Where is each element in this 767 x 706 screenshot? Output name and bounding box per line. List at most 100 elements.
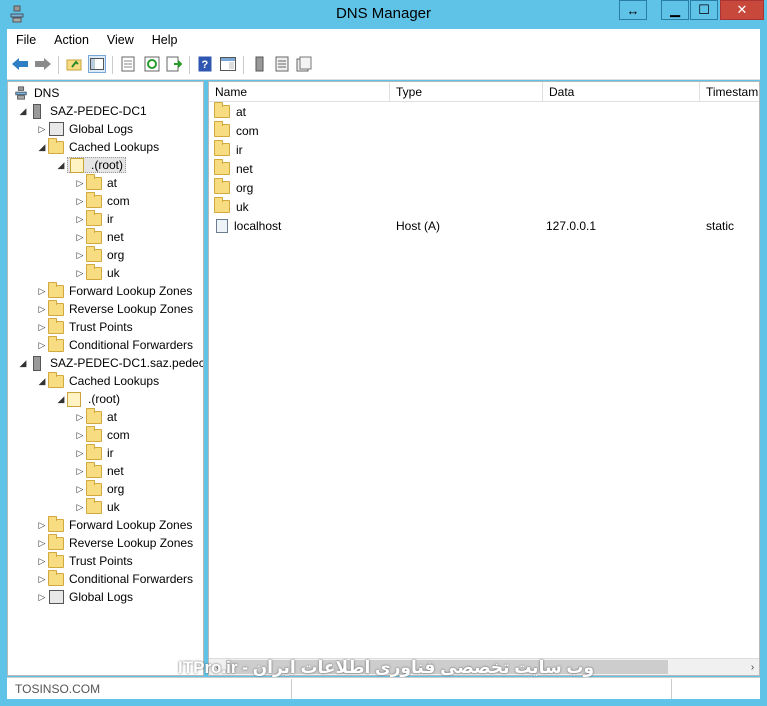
expand-arrow-icon[interactable]: ▷ <box>74 466 86 477</box>
collapse-arrow-icon[interactable]: ◢ <box>17 358 29 369</box>
list-item[interactable]: uk <box>209 197 759 216</box>
collapse-arrow-icon[interactable]: ◢ <box>55 160 67 171</box>
menu-help[interactable]: Help <box>143 33 187 47</box>
tree-node-forward-zones[interactable]: ▷ Forward Lookup Zones <box>36 516 192 534</box>
export-list-icon[interactable] <box>165 55 183 73</box>
list-item[interactable]: ir <box>209 140 759 159</box>
server-icon[interactable] <box>251 55 269 73</box>
properties-icon[interactable] <box>119 55 137 73</box>
tree-node-trust-points[interactable]: ▷ Trust Points <box>36 318 133 336</box>
tree-node-reverse-zones[interactable]: ▷ Reverse Lookup Zones <box>36 534 193 552</box>
tree-node-domain[interactable]: ▷ net <box>74 462 124 480</box>
expand-arrow-icon[interactable]: ▷ <box>36 592 48 603</box>
console-tree[interactable]: DNS ◢ SAZ-PEDEC-DC1 ▷ Global Logs ◢ Cach… <box>7 81 204 676</box>
close-icon: ✕ <box>736 2 748 17</box>
details-list[interactable]: Name Type Data Timestam at com ir net or… <box>208 81 760 676</box>
expand-arrow-icon[interactable]: ▷ <box>36 520 48 531</box>
tree-node-server2[interactable]: ◢ SAZ-PEDEC-DC1.saz.pedec <box>17 354 203 372</box>
tree-node-domain[interactable]: ▷ uk <box>74 264 120 282</box>
expand-arrow-icon[interactable]: ▷ <box>74 484 86 495</box>
column-header-data[interactable]: Data <box>543 82 700 102</box>
help-icon[interactable]: ? <box>196 55 214 73</box>
records-icon[interactable] <box>295 55 313 73</box>
refresh-icon[interactable] <box>143 55 161 73</box>
tree-node-global-logs[interactable]: ▷ Global Logs <box>36 120 133 138</box>
expand-arrow-icon[interactable]: ▷ <box>74 268 86 279</box>
list-item[interactable]: org <box>209 178 759 197</box>
resize-icon[interactable]: ↔ <box>619 0 647 20</box>
expand-arrow-icon[interactable]: ▷ <box>36 340 48 351</box>
collapse-arrow-icon[interactable]: ◢ <box>36 142 48 153</box>
expand-arrow-icon[interactable]: ▷ <box>36 538 48 549</box>
expand-arrow-icon[interactable]: ▷ <box>74 430 86 441</box>
list-item[interactable]: com <box>209 121 759 140</box>
expand-arrow-icon[interactable]: ▷ <box>74 502 86 513</box>
scroll-right-icon[interactable]: › <box>744 659 759 675</box>
menu-view[interactable]: View <box>98 33 143 47</box>
show-action-pane-icon[interactable] <box>219 55 237 73</box>
tree-node-domain[interactable]: ▷ ir <box>74 444 114 462</box>
tree-node-root[interactable]: ◢ .(root) <box>55 156 127 174</box>
column-header-name[interactable]: Name <box>209 82 390 102</box>
tree-node-forward-zones[interactable]: ▷ Forward Lookup Zones <box>36 282 192 300</box>
expand-arrow-icon[interactable]: ▷ <box>36 574 48 585</box>
collapse-arrow-icon[interactable]: ◢ <box>36 376 48 387</box>
expand-arrow-icon[interactable]: ▷ <box>74 250 86 261</box>
expand-arrow-icon[interactable]: ▷ <box>74 448 86 459</box>
list-item[interactable]: at <box>209 102 759 121</box>
collapse-arrow-icon[interactable]: ◢ <box>17 106 29 117</box>
tree-node-domain[interactable]: ▷ org <box>74 480 124 498</box>
maximize-button[interactable]: ☐ <box>690 0 718 20</box>
tree-node-domain[interactable]: ▷ net <box>74 228 124 246</box>
dns-icon <box>15 86 27 100</box>
list-item[interactable]: localhost Host (A) 127.0.0.1 static <box>209 216 759 235</box>
tree-node-domain[interactable]: ▷ uk <box>74 498 120 516</box>
up-folder-icon[interactable] <box>65 55 83 73</box>
tree-node-cached-lookups[interactable]: ◢ Cached Lookups <box>36 138 159 156</box>
expand-arrow-icon[interactable]: ▷ <box>36 556 48 567</box>
dns-manager-window: DNS Manager ↔ ▁ ☐ ✕ File Action View Hel… <box>0 0 767 706</box>
tree-node-domain[interactable]: ▷ org <box>74 246 124 264</box>
tree-node-server1[interactable]: ◢ SAZ-PEDEC-DC1 <box>17 102 147 120</box>
expand-arrow-icon[interactable]: ▷ <box>36 322 48 333</box>
column-header-timestamp[interactable]: Timestam <box>700 82 759 102</box>
expand-arrow-icon[interactable]: ▷ <box>74 214 86 225</box>
tree-node-domain[interactable]: ▷ at <box>74 174 117 192</box>
tree-node-conditional-forwarders[interactable]: ▷ Conditional Forwarders <box>36 336 193 354</box>
tree-node-dns[interactable]: DNS <box>13 84 59 102</box>
close-button[interactable]: ✕ <box>720 0 764 20</box>
maximize-icon: ☐ <box>698 2 710 17</box>
menu-file[interactable]: File <box>7 33 45 47</box>
expand-arrow-icon[interactable]: ▷ <box>74 178 86 189</box>
tree-node-conditional-forwarders[interactable]: ▷ Conditional Forwarders <box>36 570 193 588</box>
tree-node-cached-lookups[interactable]: ◢ Cached Lookups <box>36 372 159 390</box>
tree-node-domain[interactable]: ▷ ir <box>74 210 114 228</box>
collapse-arrow-icon[interactable]: ◢ <box>55 394 67 405</box>
tree-node-global-logs[interactable]: ▷ Global Logs <box>36 588 133 606</box>
tree-node-domain[interactable]: ▷ com <box>74 426 130 444</box>
forward-arrow-icon[interactable] <box>34 55 52 73</box>
expand-arrow-icon[interactable]: ▷ <box>36 304 48 315</box>
folder-icon <box>86 228 102 244</box>
expand-arrow-icon[interactable]: ▷ <box>36 124 48 135</box>
folder-icon <box>48 282 64 298</box>
expand-arrow-icon[interactable]: ▷ <box>74 196 86 207</box>
title-bar[interactable]: DNS Manager ↔ ▁ ☐ ✕ <box>0 0 767 28</box>
tree-node-domain[interactable]: ▷ com <box>74 192 130 210</box>
tree-node-trust-points[interactable]: ▷ Trust Points <box>36 552 133 570</box>
list-item[interactable]: net <box>209 159 759 178</box>
expand-arrow-icon[interactable]: ▷ <box>36 286 48 297</box>
expand-arrow-icon[interactable]: ▷ <box>74 412 86 423</box>
tree-node-root[interactable]: ◢ .(root) <box>55 390 120 408</box>
show-hide-console-tree-icon[interactable] <box>88 55 106 73</box>
server-icon <box>33 104 41 119</box>
expand-arrow-icon[interactable]: ▷ <box>74 232 86 243</box>
column-header-type[interactable]: Type <box>390 82 543 102</box>
minimize-button[interactable]: ▁ <box>661 0 689 20</box>
zone-list-icon[interactable] <box>273 55 291 73</box>
menu-action[interactable]: Action <box>45 33 98 47</box>
tree-node-domain[interactable]: ▷ at <box>74 408 117 426</box>
back-arrow-icon[interactable] <box>11 55 29 73</box>
tree-node-reverse-zones[interactable]: ▷ Reverse Lookup Zones <box>36 300 193 318</box>
folder-icon <box>214 140 230 156</box>
